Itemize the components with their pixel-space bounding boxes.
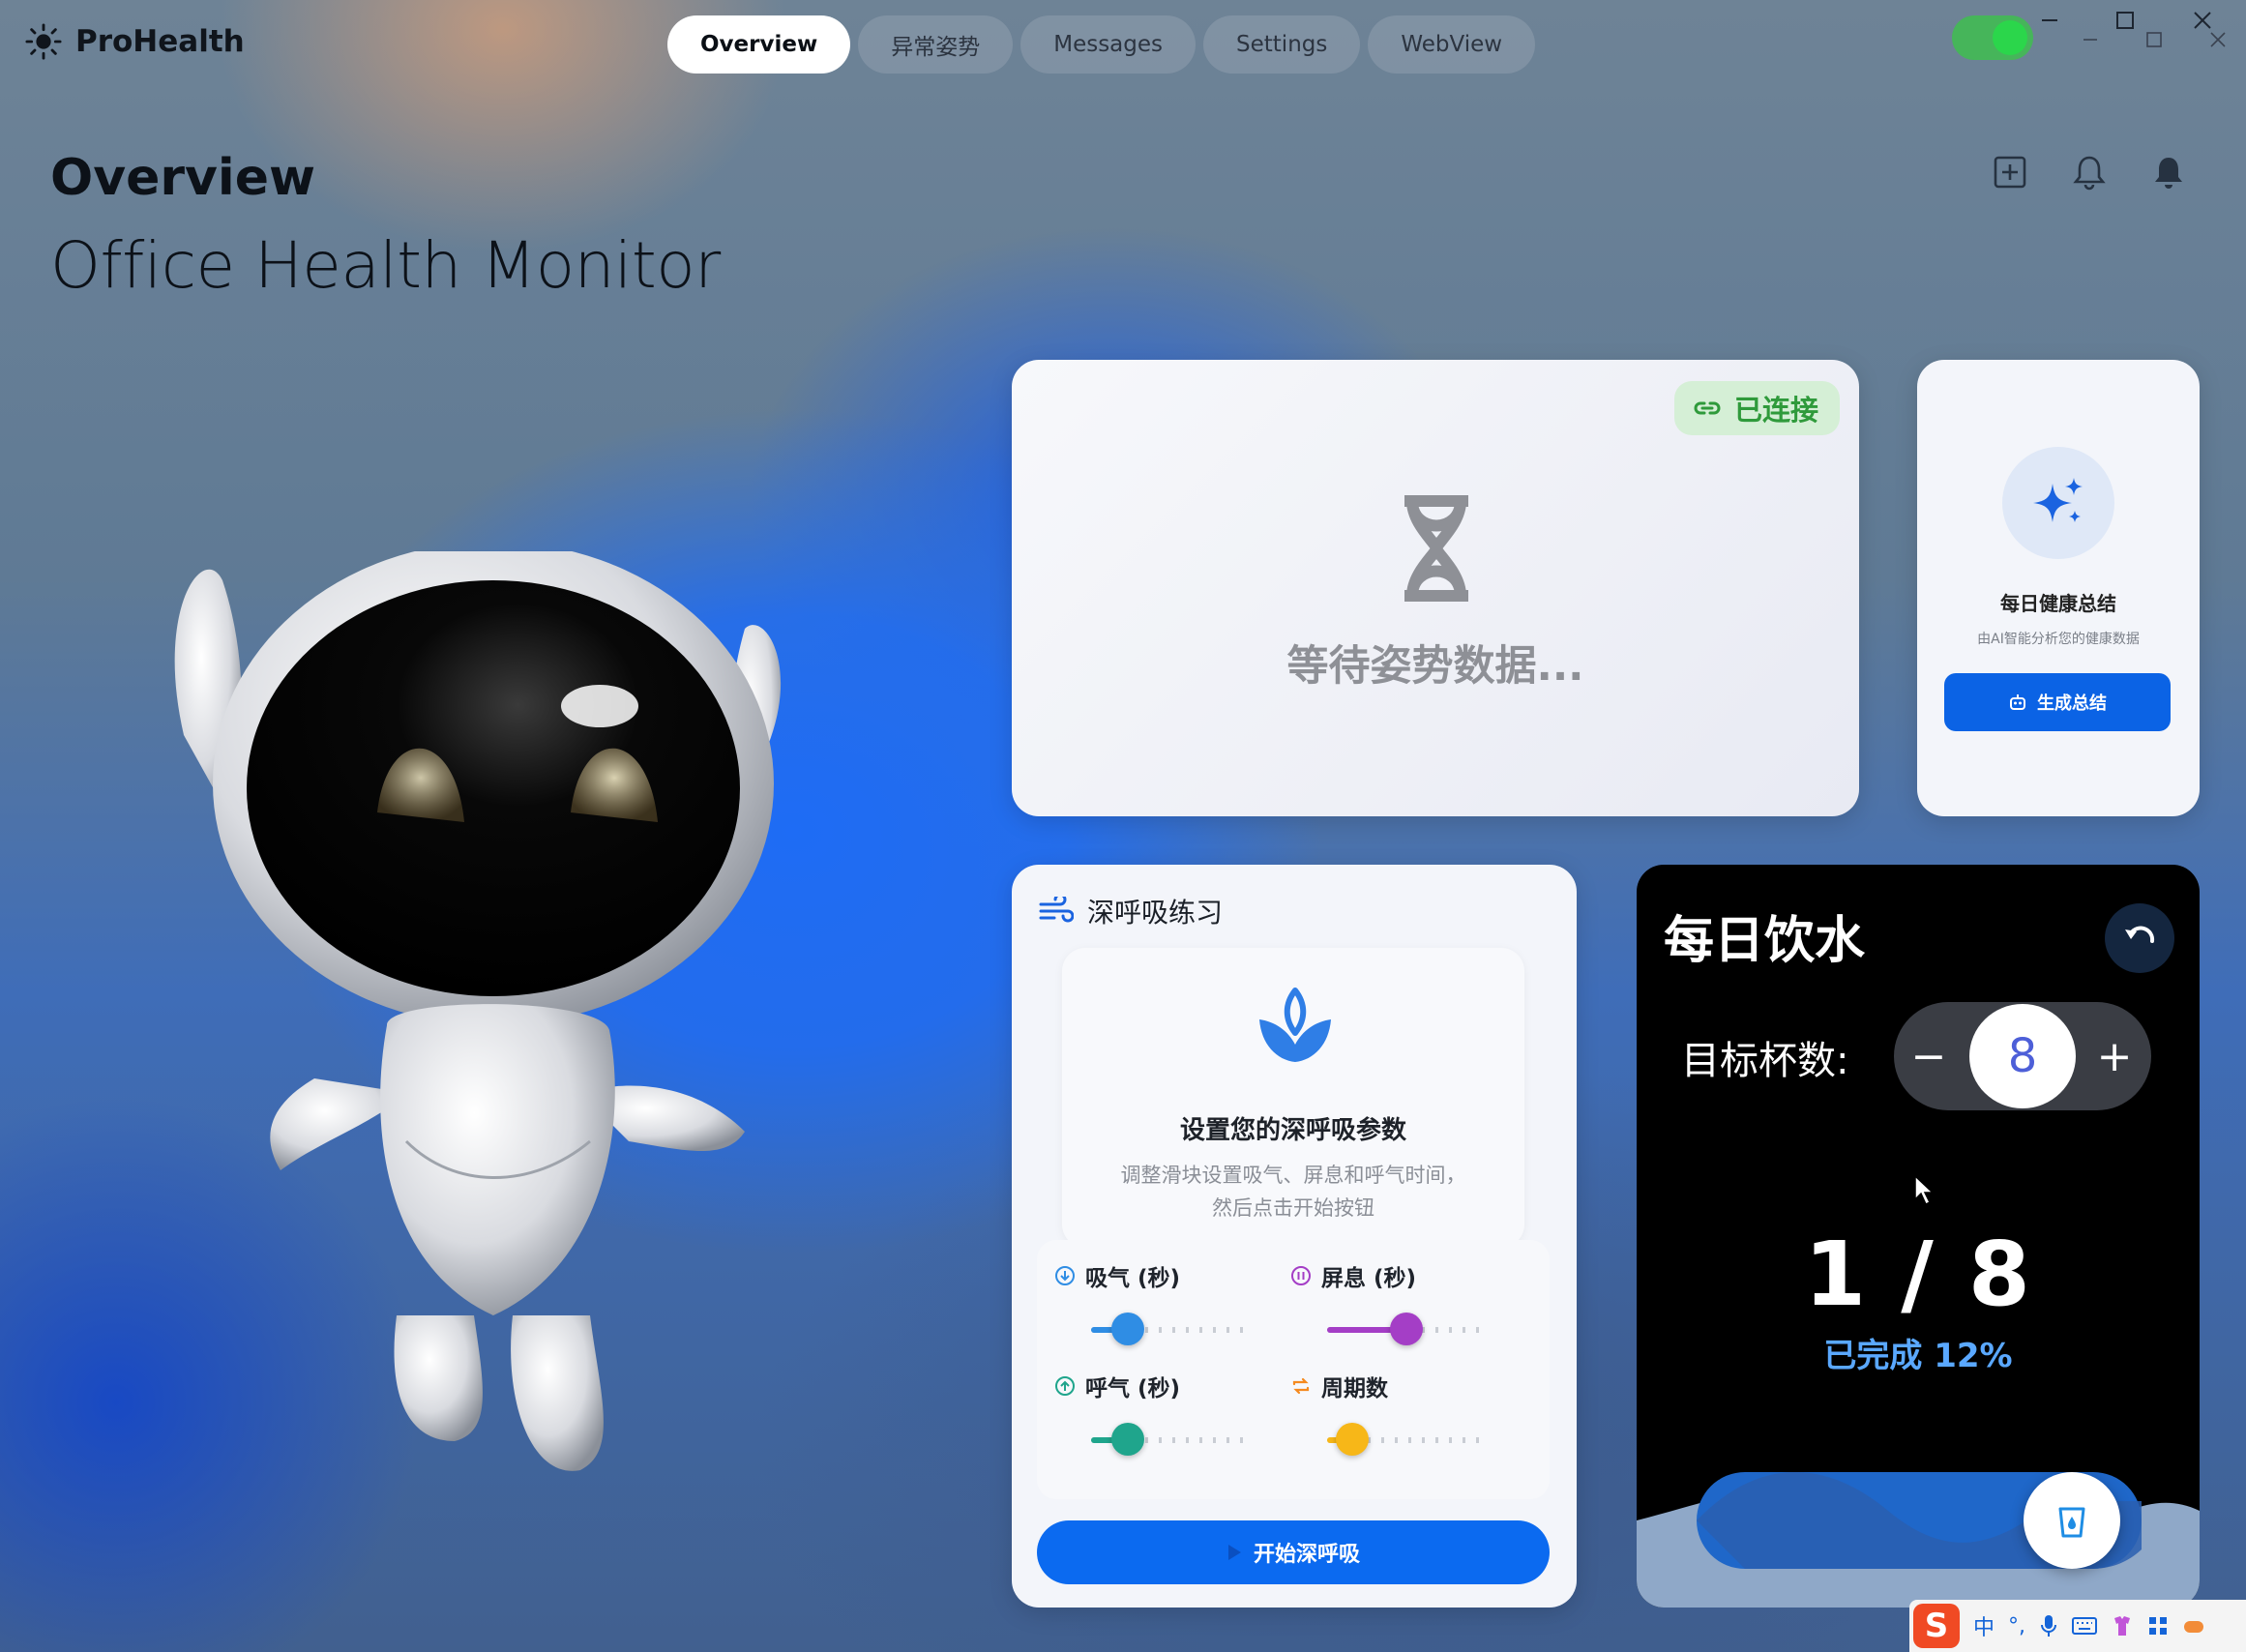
theme-toggle[interactable] [1952,15,2033,60]
connection-status-text: 已连接 [1733,394,1818,427]
water-cup-icon [2058,1507,2085,1538]
robot-mascot-illustration [174,551,782,1471]
maximize-icon[interactable] [2109,4,2142,37]
inner-minimize-icon[interactable] [2074,23,2107,56]
decrease-goal-button[interactable]: − [1902,1029,1956,1083]
arrow-down-circle-icon [1055,1266,1075,1285]
exhale-slider-group: 呼气 (秒) [1054,1370,1286,1456]
tab-abnormal-posture[interactable]: 异常姿势 [858,15,1014,74]
sogou-logo[interactable]: S [1913,1604,1960,1648]
drink-water-button[interactable] [2024,1472,2120,1569]
cycles-slider-group: 周期数 [1290,1370,1522,1456]
bell-filled-icon[interactable] [2149,153,2188,192]
inhale-slider-group: 吸气 (秒) [1054,1259,1286,1345]
generate-summary-label: 生成总结 [2037,693,2107,714]
inner-restore-icon[interactable] [2138,23,2171,56]
start-breathing-button[interactable]: 开始深呼吸 [1037,1520,1550,1584]
summary-title: 每日健康总结 [2000,592,2116,615]
lotus-icon [1259,988,1331,1062]
breathing-header: 深呼吸练习 [1039,892,1223,930]
goal-value[interactable]: 8 [1969,1004,2076,1108]
app-brand: ProHealth [25,23,245,60]
slider-thumb[interactable] [1110,1313,1144,1345]
summary-description: 由AI智能分析您的健康数据 [1977,632,2140,647]
inhale-slider[interactable] [1091,1313,1250,1345]
tab-overview[interactable]: Overview [667,15,851,74]
generate-summary-button[interactable]: 生成总结 [1944,673,2171,731]
ime-mode[interactable]: 中 [1973,1610,1995,1641]
tab-webview[interactable]: WebView [1368,15,1536,74]
microphone-icon[interactable] [2039,1613,2058,1638]
minimize-icon[interactable] [2033,4,2066,37]
sparkle-icon [2033,478,2083,522]
water-completed-percent: 已完成 12% [1823,1337,2013,1375]
page-title: Overview [50,149,316,207]
keyboard-icon[interactable] [2072,1616,2098,1636]
page-subtitle: Office Health Monitor [50,228,721,303]
waiting-text: 等待姿势数据... [1286,642,1584,691]
skin-icon[interactable] [2111,1614,2134,1637]
exhale-label: 呼气 (秒) [1085,1376,1181,1401]
slider-thumb[interactable] [1336,1423,1370,1456]
hold-slider-group: 屏息 (秒) [1290,1259,1522,1345]
slider-thumb[interactable] [1390,1313,1423,1345]
tab-settings[interactable]: Settings [1203,15,1361,74]
posture-card: 已连接 等待姿势数据... [1012,360,1859,816]
punctuation-icon[interactable]: °, [2008,1614,2025,1638]
link-icon [1694,401,1721,415]
hourglass-icon [1404,495,1468,602]
wind-icon [1039,897,1074,923]
repeat-icon [1292,1377,1310,1395]
bell-outline-icon[interactable] [2070,153,2109,192]
daily-summary-card: 每日健康总结 由AI智能分析您的健康数据 生成总结 [1917,360,2200,816]
exhale-slider[interactable] [1091,1423,1250,1456]
goal-label: 目标杯数: [1681,1039,1849,1083]
connection-status-badge: 已连接 [1673,381,1840,435]
main-tabs: Overview 异常姿势 Messages Settings WebView [667,15,1536,74]
breathing-intro-title: 设置您的深呼吸参数 [1179,1116,1406,1145]
undo-button[interactable] [2105,903,2174,973]
robot-icon [2010,694,2025,710]
pause-circle-icon [1291,1266,1311,1285]
breathing-title: 深呼吸练习 [1087,897,1224,929]
start-breathing-label: 开始深呼吸 [1253,1543,1360,1567]
goal-stepper: − 8 + [1894,1002,2151,1110]
play-icon [1227,1545,1241,1560]
arrow-up-circle-icon [1055,1376,1075,1396]
daily-water-card: 每日饮水 目标杯数: − 8 + 1 / 8 已完成 12% [1637,865,2200,1608]
undo-icon [2125,926,2155,943]
add-square-icon[interactable] [1991,153,2029,192]
cycles-label: 周期数 [1321,1376,1388,1401]
hold-slider[interactable] [1327,1313,1486,1345]
ime-toolbar: S 中 °, [1909,1600,2246,1652]
breathing-sliders-panel: 吸气 (秒) 屏息 (秒) 呼气 (秒) 周期数 [1037,1240,1550,1499]
increase-goal-button[interactable]: + [2087,1029,2142,1083]
breathing-exercise-card: 深呼吸练习 设置您的深呼吸参数 调整滑块设置吸气、屏息和呼气时间， 然后点击开始… [1012,865,1577,1608]
toolbox-grid-icon[interactable] [2147,1615,2169,1637]
breathing-intro-panel: 设置您的深呼吸参数 调整滑块设置吸气、屏息和呼气时间， 然后点击开始按钮 [1062,948,1524,1248]
sparkle-badge [2002,447,2114,559]
mouse-cursor-icon [1914,1174,1935,1206]
water-progress-count: 1 / 8 [1804,1223,2032,1326]
app-name: ProHealth [75,24,245,59]
breathing-intro-description: 调整滑块设置吸气、屏息和呼气时间， 然后点击开始按钮 [1120,1164,1466,1220]
hold-label: 屏息 (秒) [1321,1266,1417,1291]
water-title: 每日饮水 [1664,912,1866,970]
cycles-slider[interactable] [1327,1423,1486,1456]
inner-close-icon[interactable] [2202,23,2234,56]
slider-thumb[interactable] [1110,1423,1144,1456]
tab-messages[interactable]: Messages [1020,15,1197,74]
game-icon[interactable] [2182,1616,2205,1636]
sun-icon [25,23,62,60]
inhale-label: 吸气 (秒) [1085,1266,1181,1291]
